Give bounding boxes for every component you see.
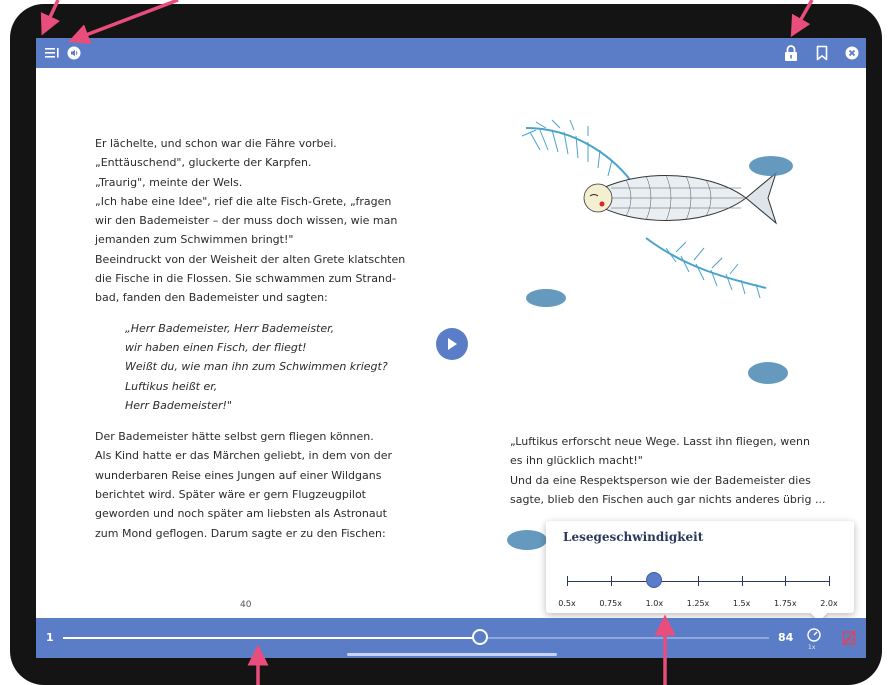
start-page-label: 1 bbox=[46, 631, 54, 644]
cloud-illustration bbox=[507, 530, 547, 550]
no-image-icon[interactable] bbox=[842, 630, 856, 646]
speed-badge: 1x bbox=[808, 644, 816, 651]
page-slider-thumb[interactable] bbox=[471, 629, 488, 645]
home-indicator bbox=[347, 653, 557, 656]
speed-tick bbox=[741, 576, 743, 586]
bottom-toolbar: 1 84 1x bbox=[36, 618, 866, 658]
speed-button[interactable]: 1x bbox=[804, 625, 824, 653]
close-icon[interactable] bbox=[844, 38, 860, 68]
speed-tick bbox=[829, 576, 830, 586]
end-page-label: 84 bbox=[778, 631, 794, 644]
speed-tick bbox=[610, 576, 612, 586]
speed-thumb[interactable] bbox=[646, 572, 663, 588]
speed-option-1-75x[interactable]: 1.75x bbox=[774, 599, 797, 608]
lock-icon[interactable] bbox=[783, 38, 799, 68]
page-slider-track[interactable] bbox=[63, 637, 769, 639]
bookmark-icon[interactable] bbox=[814, 38, 830, 68]
audio-icon[interactable] bbox=[66, 38, 82, 68]
right-page-text: „Luftikus erforscht neue Wege. Lasst ihn… bbox=[510, 435, 826, 506]
speed-popup: Lesegeschwindigkeit 0.5x 0.75x 1.0x 1.25x 1.… bbox=[546, 521, 854, 613]
play-icon bbox=[448, 338, 457, 350]
page-slider-fill bbox=[63, 637, 480, 639]
left-paragraph-2: Der Bademeister hätte selbst gern fliege… bbox=[95, 430, 393, 540]
speed-tick bbox=[785, 576, 787, 586]
speed-option-0-75x[interactable]: 0.75x bbox=[599, 599, 622, 608]
left-page-text: Er lächelte, und schon war die Fähre vor… bbox=[95, 134, 425, 554]
play-button[interactable] bbox=[436, 328, 468, 360]
speed-icon bbox=[807, 628, 821, 642]
speed-popup-title: Lesegeschwindigkeit bbox=[563, 530, 704, 544]
speed-option-1-0x[interactable]: 1.0x bbox=[646, 599, 663, 608]
speed-tick bbox=[567, 576, 568, 586]
speed-option-1-5x[interactable]: 1.5x bbox=[733, 599, 750, 608]
flying-fish-illustration bbox=[521, 119, 793, 384]
reader-screen: Er lächelte, und schon war die Fähre vor… bbox=[36, 38, 866, 658]
left-paragraph-1: Er lächelte, und schon war die Fähre vor… bbox=[95, 137, 406, 305]
speed-option-0-5x[interactable]: 0.5x bbox=[558, 599, 575, 608]
speed-option-2-0x[interactable]: 2.0x bbox=[820, 599, 837, 608]
speed-option-1-25x[interactable]: 1.25x bbox=[687, 599, 710, 608]
top-toolbar bbox=[36, 38, 866, 68]
menu-icon[interactable] bbox=[44, 38, 60, 68]
speed-tick bbox=[698, 576, 699, 586]
page-number: 40 bbox=[240, 600, 252, 610]
verse: „Herr Bademeister, Herr Bademeister, wir… bbox=[125, 321, 388, 412]
